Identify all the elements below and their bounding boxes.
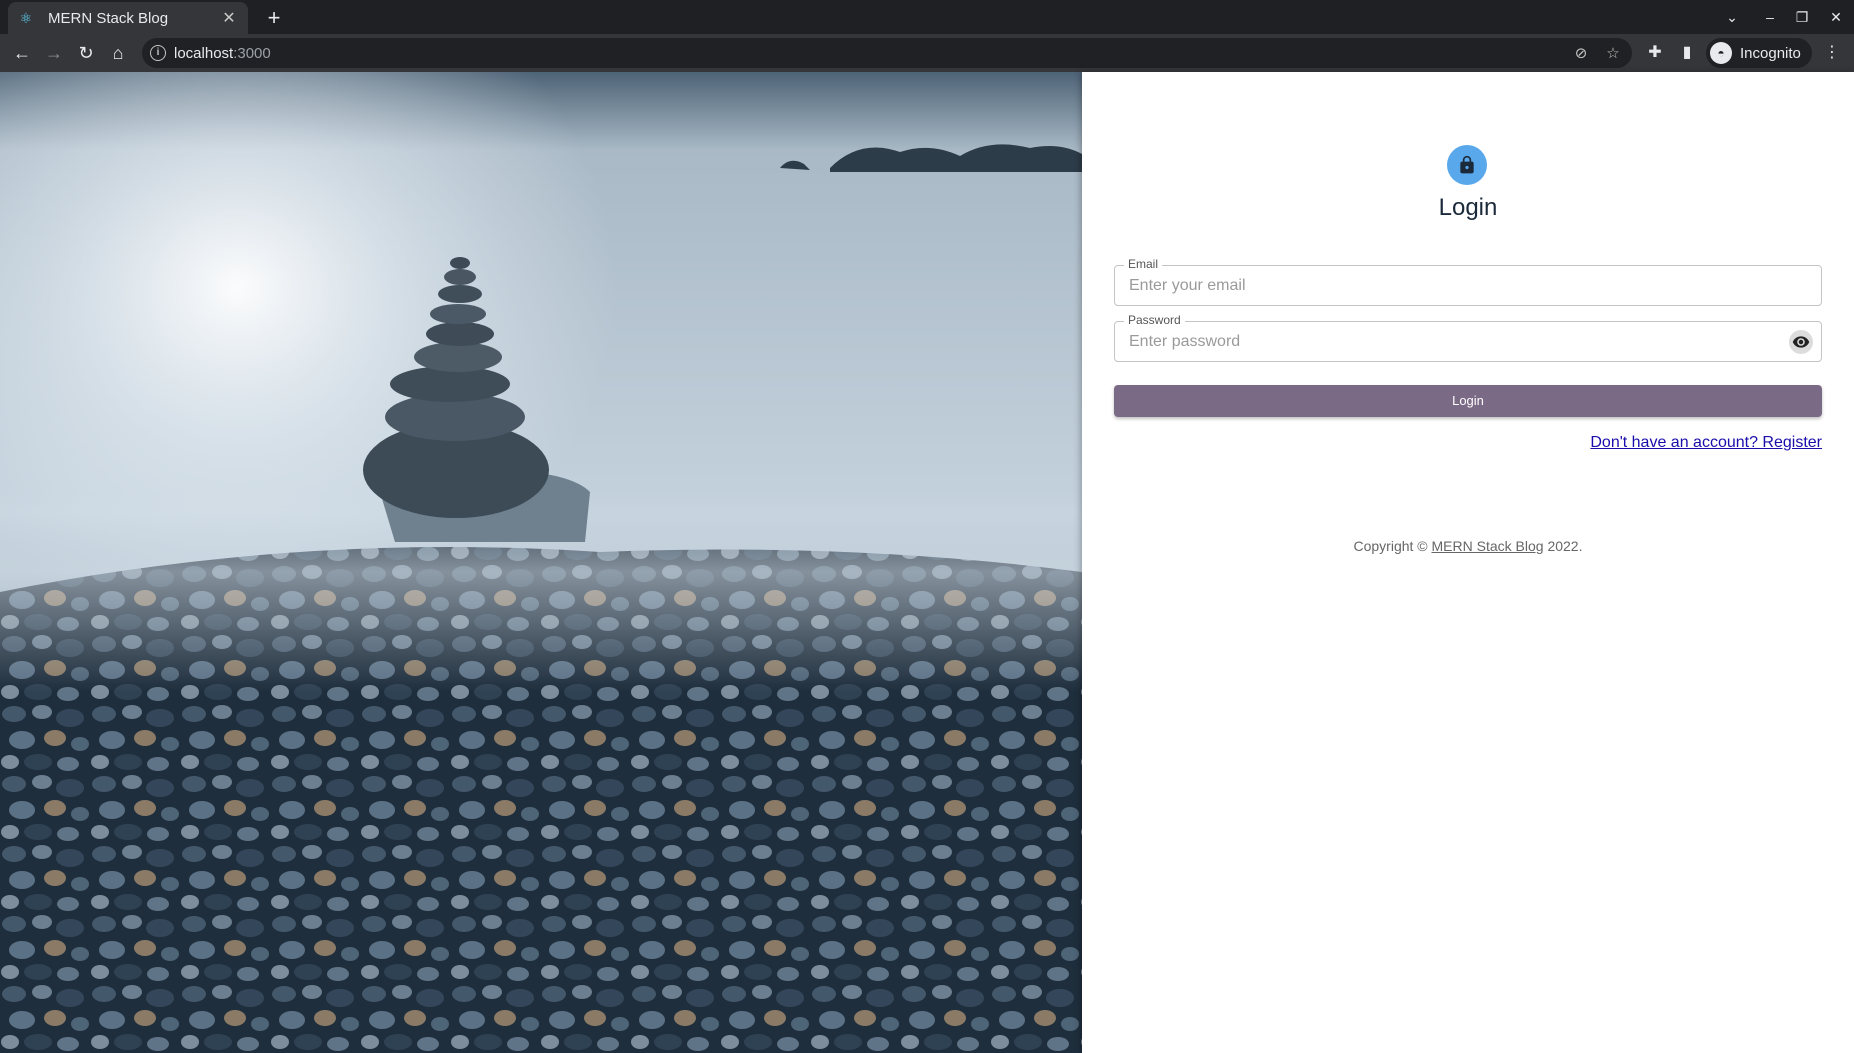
- minimize-icon[interactable]: –: [1756, 6, 1784, 28]
- password-field: Password: [1114, 313, 1822, 362]
- extensions-icon[interactable]: ✚: [1645, 43, 1665, 63]
- side-panel-icon[interactable]: ▮: [1677, 43, 1697, 63]
- address-bar[interactable]: i localhost:3000 ⊘ ☆: [142, 38, 1632, 68]
- copyright-prefix: Copyright ©: [1353, 538, 1432, 554]
- browser-tab[interactable]: ⚛ MERN Stack Blog ✕: [8, 2, 248, 34]
- login-submit-button[interactable]: Login: [1114, 385, 1822, 417]
- copyright-notice: Copyright © MERN Stack Blog 2022.: [1082, 538, 1854, 554]
- site-home-link[interactable]: MERN Stack Blog: [1432, 538, 1544, 554]
- forward-icon[interactable]: →: [40, 39, 68, 67]
- url-port: :3000: [233, 45, 271, 62]
- hero-image: [0, 72, 1082, 1053]
- restore-icon[interactable]: ❐: [1788, 6, 1816, 28]
- back-icon[interactable]: ←: [8, 39, 36, 67]
- eye-icon: [1792, 336, 1810, 348]
- login-heading: Login: [1438, 194, 1498, 221]
- browser-tab-strip: ⚛ MERN Stack Blog ✕ + ⌄ – ❐ ✕: [0, 0, 1854, 34]
- toggle-password-visibility-icon[interactable]: [1789, 330, 1813, 354]
- incognito-profile-button[interactable]: ◓ Incognito: [1706, 38, 1812, 68]
- reload-icon[interactable]: ↻: [72, 39, 100, 67]
- lock-icon: [1460, 155, 1474, 174]
- browser-menu-icon[interactable]: ⋮: [1822, 43, 1842, 63]
- lock-avatar: [1447, 145, 1487, 185]
- new-tab-icon[interactable]: +: [260, 4, 288, 32]
- url-text: localhost:3000: [174, 45, 271, 62]
- bookmark-star-icon[interactable]: ☆: [1604, 45, 1622, 63]
- email-field: Email: [1114, 257, 1822, 306]
- profile-label: Incognito: [1740, 44, 1801, 62]
- react-favicon-icon: ⚛: [19, 10, 33, 26]
- tracking-protection-icon[interactable]: ⊘: [1572, 45, 1590, 63]
- home-icon[interactable]: ⌂: [104, 39, 132, 67]
- copyright-year: 2022.: [1543, 538, 1583, 554]
- url-host: localhost: [174, 45, 234, 62]
- page: Login Email Password Login Don't have an…: [0, 72, 1854, 1053]
- tab-search-icon[interactable]: ⌄: [1718, 6, 1746, 28]
- incognito-icon: ◓: [1710, 42, 1732, 64]
- stone-cairn-beach-illustration: [0, 72, 1082, 1053]
- register-link[interactable]: Don't have an account? Register: [1590, 434, 1822, 452]
- window-close-icon[interactable]: ✕: [1822, 6, 1850, 28]
- email-input[interactable]: [1115, 266, 1821, 305]
- browser-toolbar: ← → ↻ ⌂ i localhost:3000 ⊘ ☆ ✚ ▮ ◓ Incog…: [0, 34, 1854, 72]
- tab-title: MERN Stack Blog: [48, 9, 169, 27]
- password-input[interactable]: [1115, 322, 1821, 361]
- tab-close-icon[interactable]: ✕: [220, 8, 238, 28]
- site-info-icon[interactable]: i: [150, 45, 166, 61]
- login-panel: Login Email Password Login Don't have an…: [1082, 72, 1854, 1053]
